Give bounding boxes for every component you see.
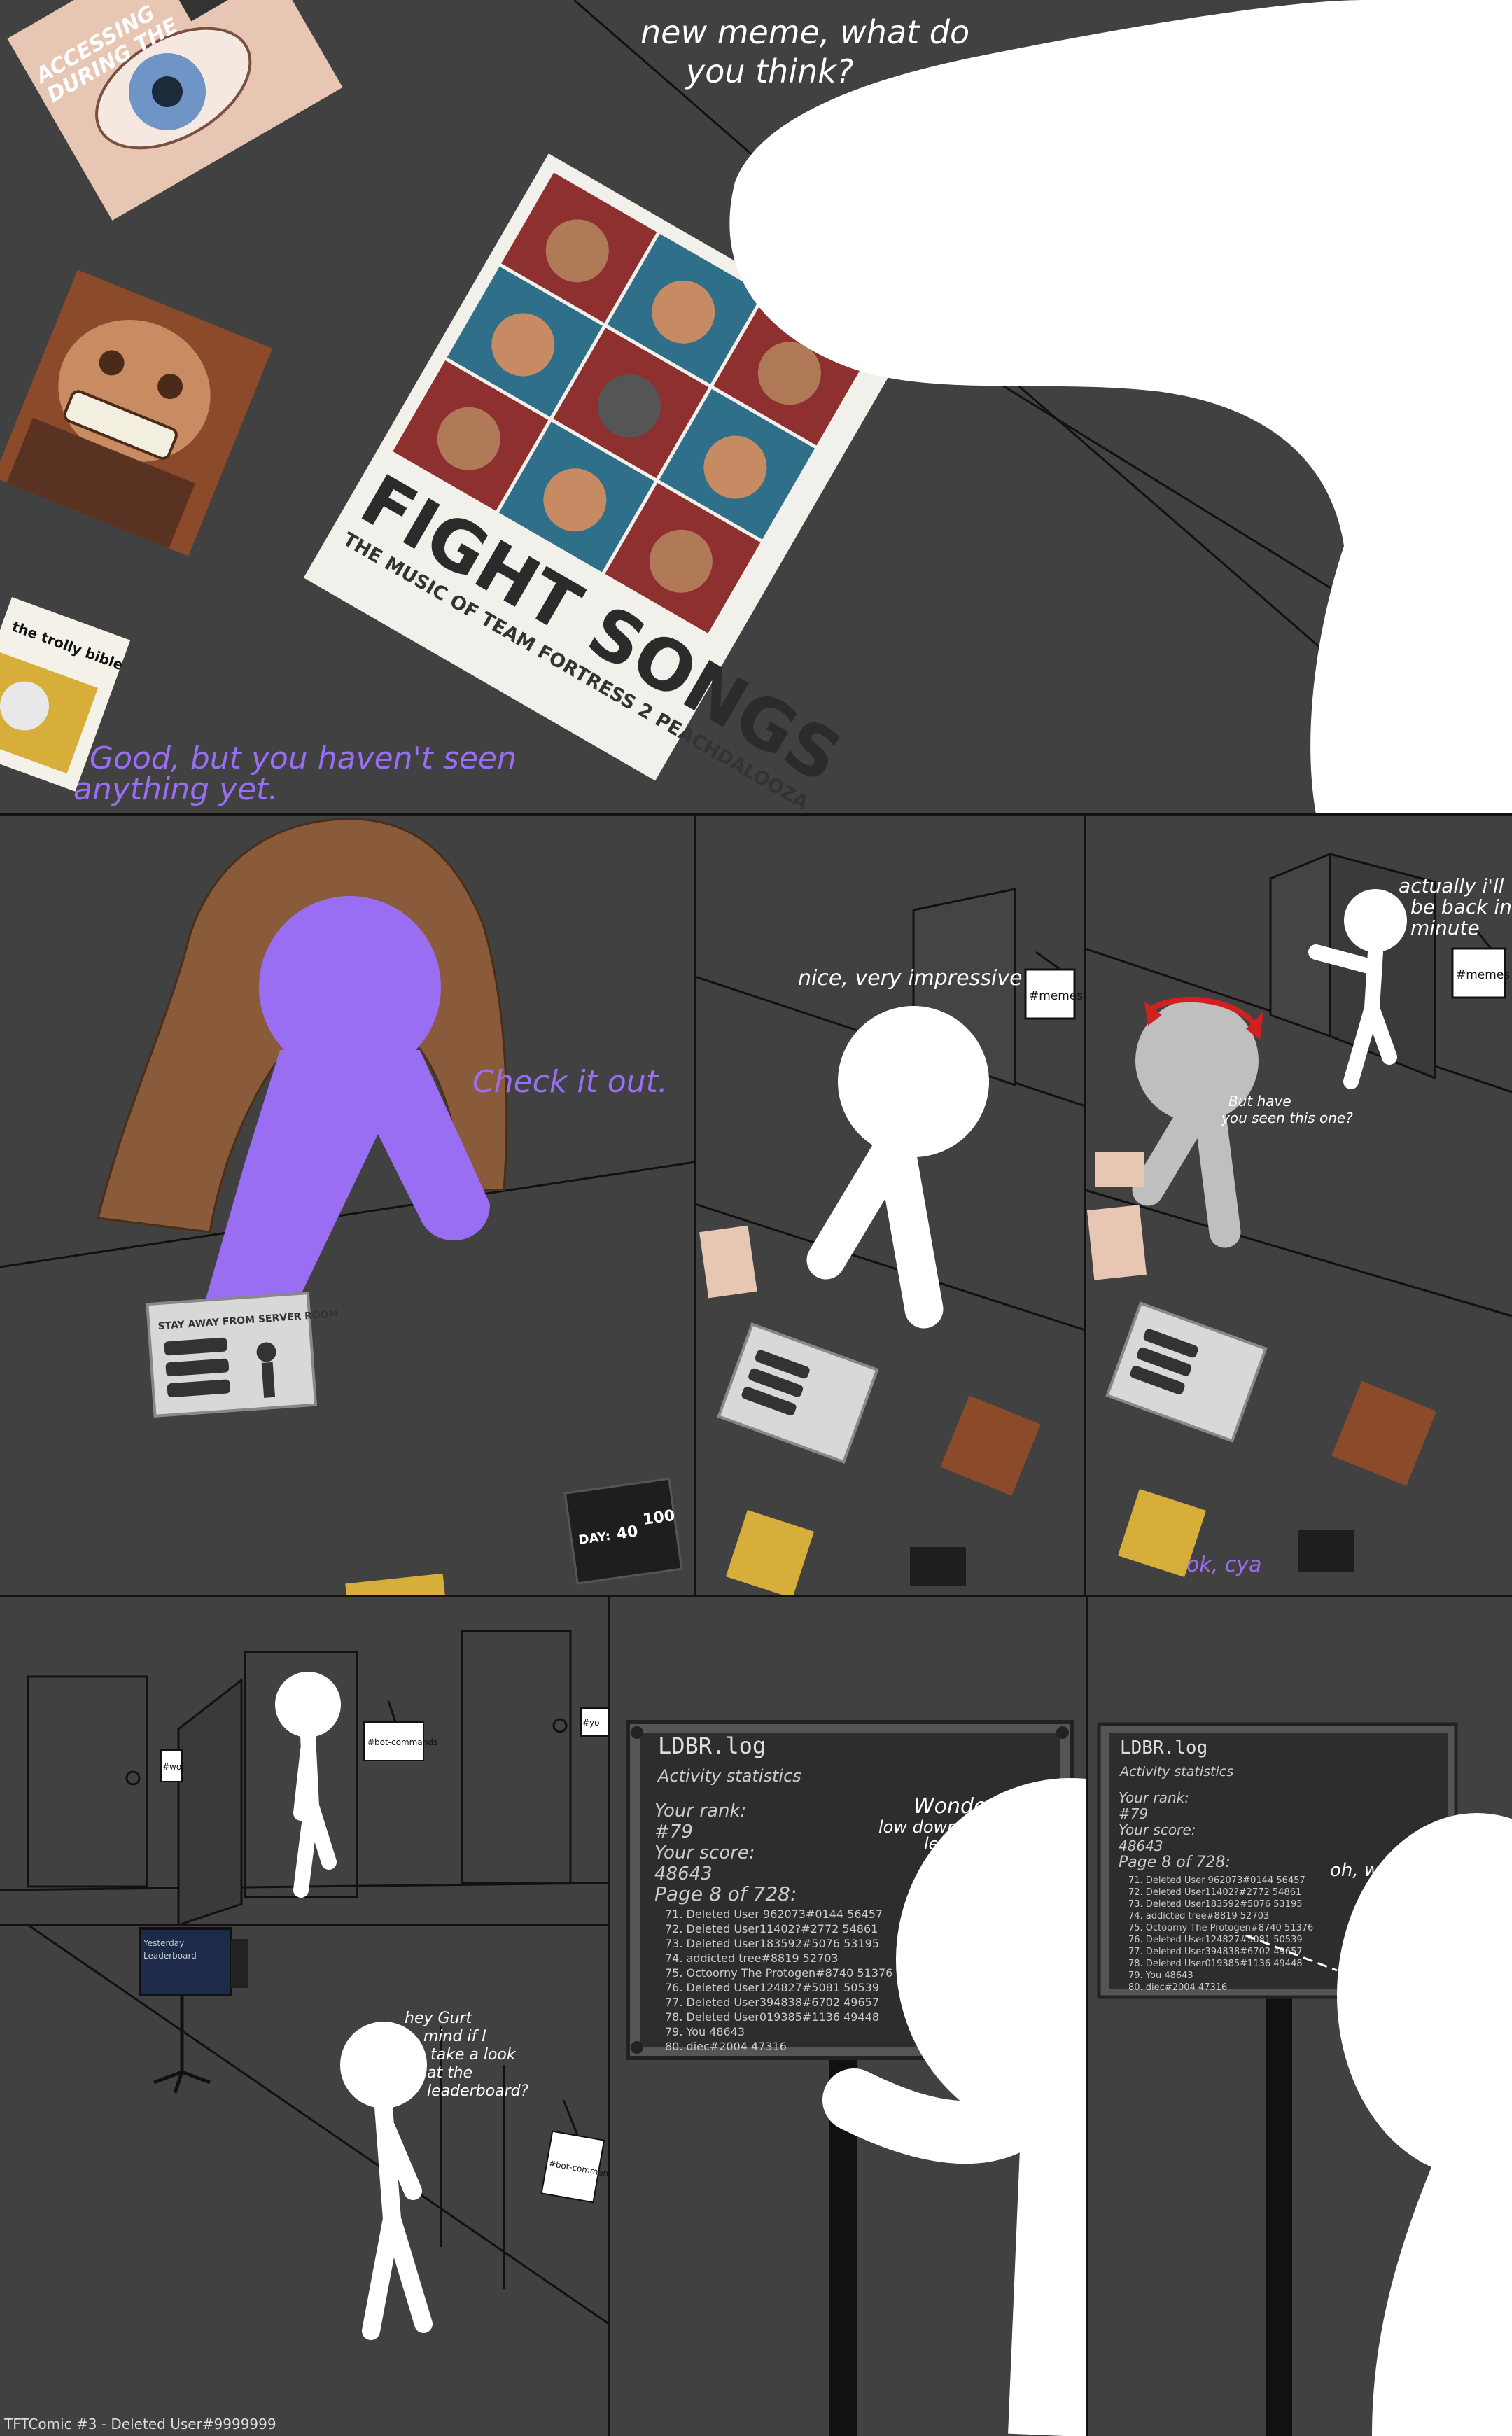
speech-gurt-4: at the xyxy=(427,2064,472,2082)
speech-back-3: minute xyxy=(1410,916,1480,939)
speech-white-2: you think? xyxy=(685,52,853,90)
monitor-text-2: Leaderboard xyxy=(144,1951,197,1961)
lb-row: 73. Deleted User183592#5076 53195 xyxy=(665,1937,879,1950)
lb-row: 75. Octoorny The Protogen#8740 51376 xyxy=(665,1966,892,1980)
speech-gurt-5: leaderboard? xyxy=(427,2082,529,2100)
lb2-score-value: 48643 xyxy=(1119,1837,1163,1854)
lb2-row: 71. Deleted User 962073#0144 56457 xyxy=(1128,1875,1306,1886)
speech-oh-wtf: oh, wtf xyxy=(1330,1860,1395,1881)
lb-title: LDBR.log xyxy=(658,1732,766,1759)
speech-purple-2: anything yet. xyxy=(74,771,278,807)
panel-3: #memes nice, very impressive xyxy=(695,814,1085,1596)
panel-4: #memes actually i'll be back in a minute… xyxy=(1085,814,1512,1596)
lb2-page: Page 8 of 728: xyxy=(1119,1854,1231,1871)
lb-subtitle: Activity statistics xyxy=(657,1766,802,1786)
speech-back-2: be back in a xyxy=(1410,895,1512,918)
lb2-row: 74. addicted tree#8819 52703 xyxy=(1128,1911,1269,1921)
speech-gurt-2: mind if I xyxy=(424,2028,486,2045)
speech-white-1: new meme, what do xyxy=(640,13,969,51)
lb-row: 74. addicted tree#8819 52703 xyxy=(665,1952,839,1965)
panel-5: #wo #bot-commands #yo xyxy=(0,1596,609,1925)
door-sign-memes-text: #memes xyxy=(1029,989,1083,1003)
panel-6: Yesterday Leaderboard hey Gurt mind if I… xyxy=(0,1925,609,2436)
lb-row: 78. Deleted User019385#1136 49448 xyxy=(665,2010,879,2024)
lb2-title: LDBR.log xyxy=(1120,1737,1208,1758)
lb2-subtitle: Activity statistics xyxy=(1119,1764,1233,1779)
lb2-row: 75. Octoorny The Protogen#8740 51376 xyxy=(1128,1923,1313,1933)
lb-row: 77. Deleted User394838#6702 49657 xyxy=(665,1996,879,2009)
door-sign-yo: #yo xyxy=(582,1718,600,1728)
lb-rank-value: #79 xyxy=(654,1821,693,1842)
comic-page: ACCESSING DURING THE the trolly bible FI… xyxy=(0,0,1512,2436)
comic-credit: TFTComic #3 - Deleted User#9999999 xyxy=(4,2416,276,2432)
speech-seen-1: But have xyxy=(1228,1093,1292,1110)
lb-row: 71. Deleted User 962073#0144 56457 xyxy=(665,1907,883,1921)
speech-gurt-1: hey Gurt xyxy=(405,2010,473,2027)
lb2-rank-label: Your rank: xyxy=(1119,1789,1189,1806)
door-sign-bot-commands: #bot-commands xyxy=(368,1737,438,1747)
lb2-row: 72. Deleted User11402?#2772 54861 xyxy=(1128,1887,1301,1898)
speech-nice: nice, very impressive xyxy=(798,966,1022,990)
lb2-score-label: Your score: xyxy=(1119,1821,1196,1838)
lb-score-value: 48643 xyxy=(654,1863,713,1884)
speech-wonder-3: leaderboard? xyxy=(924,1834,1035,1854)
stick-figure-head xyxy=(838,1006,989,1157)
lb-score-label: Your score: xyxy=(654,1842,755,1863)
lb2-rank-value: #79 xyxy=(1119,1805,1148,1822)
lb-row: 80. diec#2004 47316 xyxy=(665,2040,787,2053)
speech-check-it-out: Check it out. xyxy=(472,1064,668,1100)
video-n1: 40 xyxy=(615,1522,639,1543)
door-sign-memes-2-text: #memes xyxy=(1456,968,1510,982)
lb-row: 76. Deleted User124827#5081 50539 xyxy=(665,1981,879,1994)
speech-ok-cya: ok, cya xyxy=(1186,1553,1261,1577)
panel-2: Check it out. STAY AWAY FROM SERVER ROOM… xyxy=(0,814,695,1596)
speech-back-1: actually i'll xyxy=(1399,874,1504,897)
speech-gurt-3: take a look xyxy=(430,2046,517,2064)
lb2-row: 80. diec#2004 47316 xyxy=(1128,1982,1227,1993)
monitor-text-1: Yesterday xyxy=(143,1938,184,1948)
video-thumbnail: DAY: 40 100 xyxy=(564,1477,683,1585)
lb-row: 72. Deleted User11402?#2772 54861 xyxy=(665,1922,878,1935)
lb2-row: 78. Deleted User019385#1136 49448 xyxy=(1128,1959,1303,1969)
panel-1: ACCESSING DURING THE the trolly bible FI… xyxy=(0,0,1512,814)
speech-seen-2: you seen this one? xyxy=(1221,1110,1353,1126)
lb-row: 79. You 48643 xyxy=(665,2025,745,2038)
lb-page: Page 8 of 728: xyxy=(654,1882,797,1905)
lb2-row: 76. Deleted User124827#5081 50539 xyxy=(1128,1935,1303,1945)
speech-wonder-1: Wonder why I'm so xyxy=(913,1794,1114,1819)
lb-rank-label: Your rank: xyxy=(654,1800,746,1821)
lb2-row: 73. Deleted User183592#5076 53195 xyxy=(1128,1899,1303,1910)
panel-8: LDBR.log Activity statistics Your rank: … xyxy=(1087,1596,1512,2436)
lb2-row: 79. You 48643 xyxy=(1128,1970,1194,1981)
door-sign-wo: #wo xyxy=(162,1762,181,1772)
